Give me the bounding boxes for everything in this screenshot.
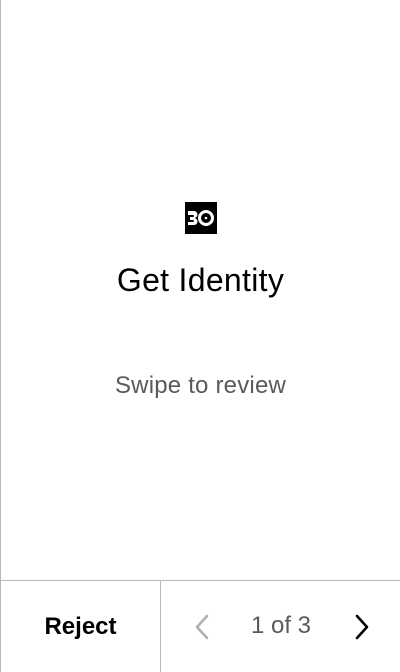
action-bar: Reject 1 of 3 [1, 580, 400, 672]
previous-request-button[interactable] [187, 609, 217, 645]
request-content[interactable]: Get Identity Swipe to review [1, 0, 400, 580]
request-review-screen: Get Identity Swipe to review Reject 1 of… [0, 0, 400, 672]
pager-position: 1 of 3 [250, 612, 312, 639]
next-request-button[interactable] [347, 609, 377, 645]
chevron-left-icon [195, 614, 209, 640]
swipe-hint: Swipe to review [114, 372, 287, 399]
chevron-right-icon [355, 614, 369, 640]
request-pager: 1 of 3 [161, 581, 400, 672]
reject-button[interactable]: Reject [1, 581, 161, 672]
page-title: Get Identity [116, 262, 285, 298]
app-logo-icon [185, 202, 217, 234]
